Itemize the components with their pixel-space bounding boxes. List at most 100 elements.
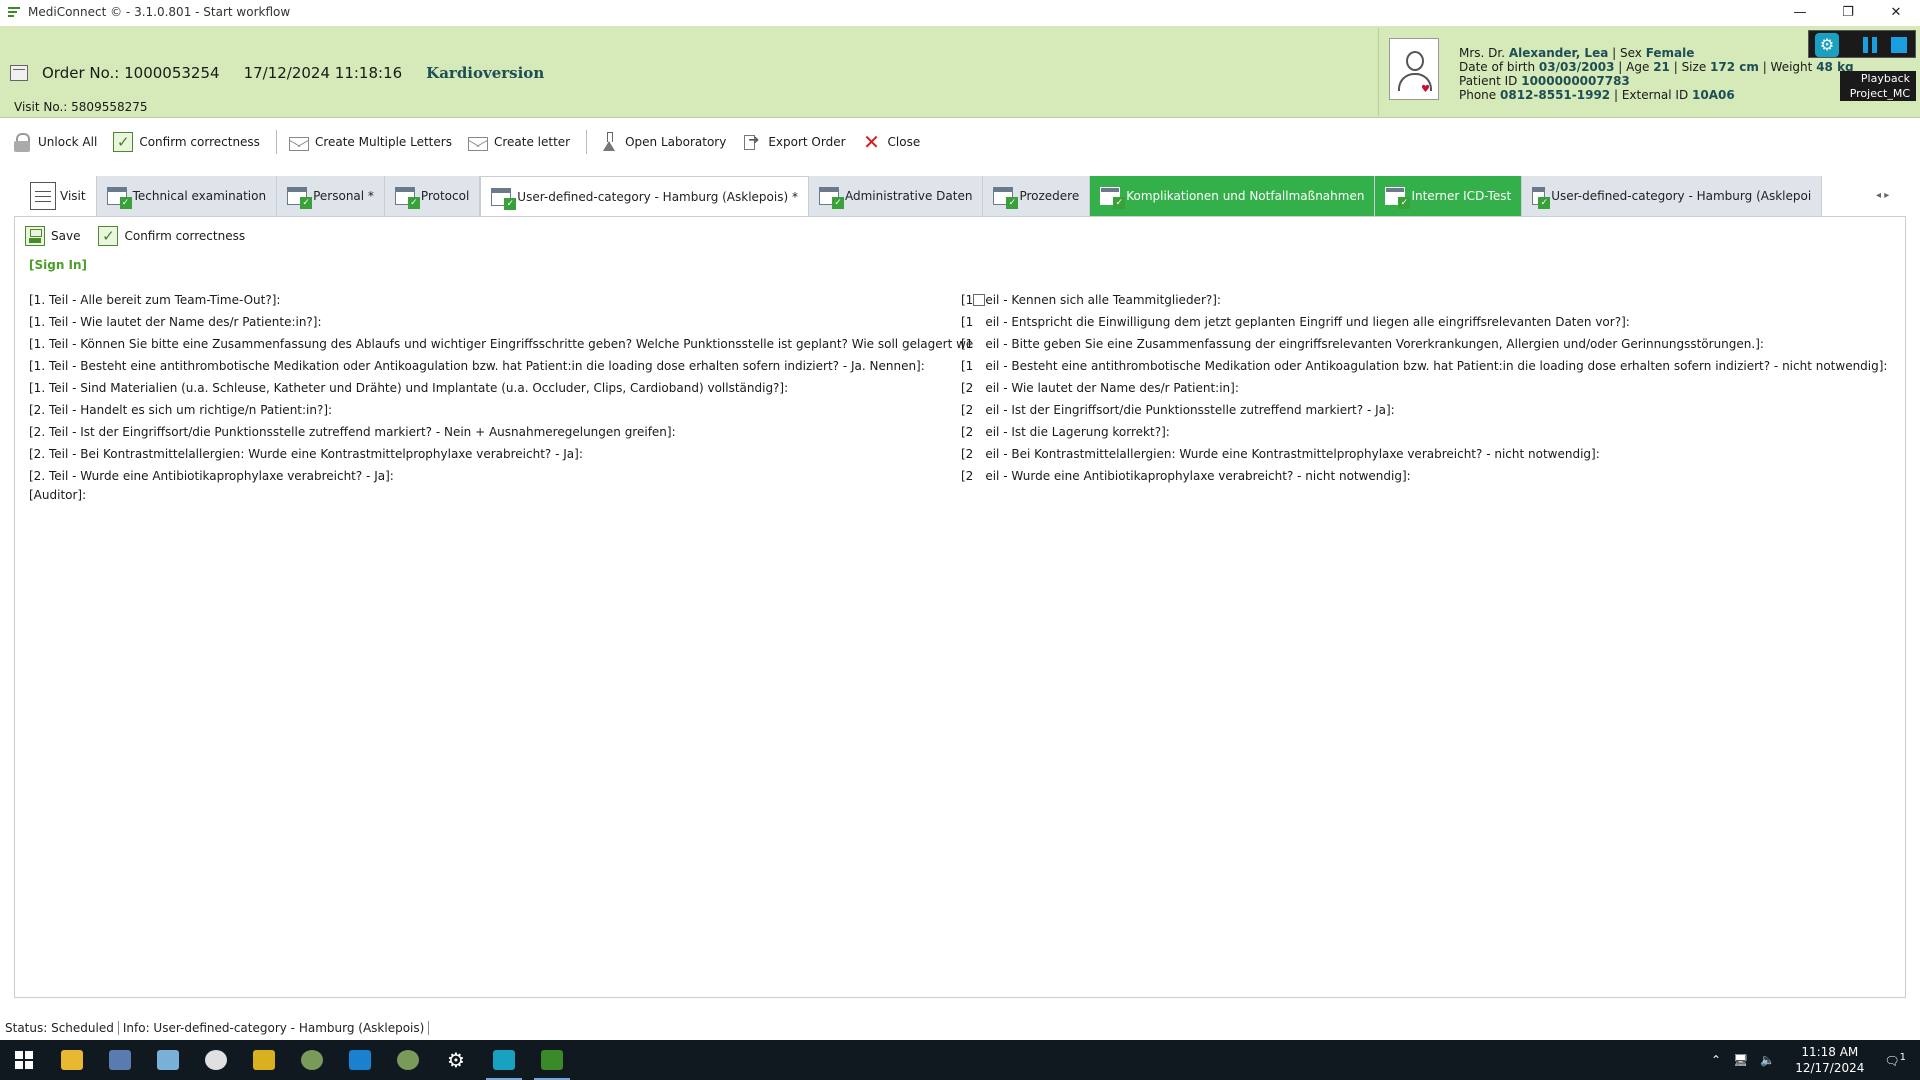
checklist-item: [1. Teil - Sind Materialien (u.a. Schleu…	[29, 381, 789, 395]
checkbox[interactable]	[973, 426, 986, 438]
close-order-label: Close	[887, 135, 921, 149]
tab-protocol[interactable]: Protocol	[384, 176, 481, 216]
checkbox[interactable]	[973, 382, 986, 394]
calendar-check-icon	[818, 187, 844, 209]
gear-icon[interactable]: ⚙	[1815, 33, 1839, 57]
item-text: eil - Wie lautet der Name des/r Patient:…	[985, 381, 1239, 395]
item-prefix: [2	[961, 381, 974, 395]
checkbox[interactable]	[973, 316, 986, 328]
taskbar-app-6[interactable]	[288, 1040, 336, 1080]
checkbox[interactable]	[973, 470, 986, 482]
item-prefix: [1	[961, 293, 974, 307]
app-icon	[253, 1050, 275, 1070]
patient-dob: 03/03/2003	[1538, 60, 1615, 74]
network-icon[interactable]: 🖥	[1733, 1053, 1748, 1067]
form-confirm-correctness-button[interactable]: ✓ Confirm correctness	[98, 223, 245, 249]
toolbar-separator	[586, 130, 588, 154]
checklist-item: [1 eil - Entspricht die Einwilligung dem …	[961, 311, 1901, 333]
chevron-up-icon[interactable]: ⌃	[1711, 1053, 1721, 1067]
calendar-check-icon	[394, 187, 420, 209]
calendar-check-icon	[287, 187, 313, 209]
patient-title: Mrs. Dr.	[1459, 46, 1506, 60]
taskbar-app-8[interactable]	[384, 1040, 432, 1080]
order-number: Order No.: 1000053254	[42, 64, 220, 82]
close-order-button[interactable]: ✕ Close	[862, 129, 921, 155]
envelope-icon	[288, 136, 309, 151]
tab-personal[interactable]: Personal *	[277, 176, 385, 216]
tab-label: User-defined-category - Hamburg (Asklepo…	[1551, 189, 1812, 203]
window-titlebar: MediConnect © - 3.1.0.801 - Start workfl…	[0, 0, 1920, 24]
checkbox[interactable]	[973, 404, 986, 416]
tab-interner-icd-test[interactable]: Interner ICD-Test	[1375, 176, 1523, 216]
tab-visit[interactable]: Visit	[28, 176, 97, 216]
recorder-icon	[493, 1050, 515, 1070]
size-label: Size	[1681, 60, 1707, 74]
tab-label: Interner ICD-Test	[1411, 189, 1512, 203]
tab-label: Visit	[60, 189, 86, 203]
export-order-label: Export Order	[768, 135, 846, 149]
tab-user-defined-category[interactable]: User-defined-category - Hamburg (Asklepo…	[480, 176, 809, 216]
create-letter-button[interactable]: Create letter	[467, 129, 570, 155]
item-prefix: [1	[961, 359, 974, 373]
check-icon: ✓	[113, 132, 134, 152]
tab-user-defined-category-2[interactable]: User-defined-category - Hamburg (Asklepo…	[1522, 176, 1823, 216]
taskbar-recorder[interactable]	[480, 1040, 528, 1080]
notification-count: 1	[1899, 1052, 1906, 1063]
tab-technical-examination[interactable]: Technical examination	[96, 176, 278, 216]
item-prefix: [2	[961, 425, 974, 439]
age-label: Age	[1626, 60, 1650, 74]
order-summary: Order No.: 1000053254 17/12/2024 11:18:1…	[10, 64, 568, 82]
stop-icon[interactable]	[1891, 37, 1907, 53]
taskbar-app-3[interactable]	[144, 1040, 192, 1080]
mediconnect-icon	[541, 1050, 563, 1070]
checklist-item: [2 eil - Ist die Lagerung korrekt?]:	[961, 421, 1901, 443]
unlock-all-button[interactable]: Unlock All	[12, 129, 97, 155]
folder-icon	[61, 1050, 83, 1070]
start-button[interactable]	[0, 1040, 48, 1080]
tab-administrative-daten[interactable]: Administrative Daten	[808, 176, 984, 216]
item-text: eil - Bei Kontrastmittelallergien: Wurde…	[985, 447, 1600, 461]
taskbar-file-explorer[interactable]	[48, 1040, 96, 1080]
item-text: eil - Kennen sich alle Teammitglieder?]:	[985, 293, 1221, 307]
clock[interactable]: 11:18 AM 12/17/2024	[1795, 1044, 1864, 1076]
tab-komplikationen[interactable]: Komplikationen und Notfallmaßnahmen	[1090, 176, 1376, 216]
vscode-icon	[349, 1050, 371, 1070]
calendar-check-icon	[106, 187, 132, 209]
taskbar-mediconnect[interactable]	[528, 1040, 576, 1080]
sex-label: Sex	[1619, 46, 1642, 60]
restore-button[interactable]: ❐	[1824, 0, 1872, 24]
tab-prozedere[interactable]: Prozedere	[983, 176, 1091, 216]
tab-scroll-arrows[interactable]: ◂ ▸	[1876, 190, 1910, 201]
create-multiple-letters-button[interactable]: Create Multiple Letters	[288, 129, 452, 155]
open-laboratory-label: Open Laboratory	[625, 135, 727, 149]
taskbar-settings[interactable]: ⚙	[432, 1040, 480, 1080]
export-order-button[interactable]: Export Order	[742, 129, 846, 155]
item-text: eil - Entspricht die Einwilligung dem je…	[985, 315, 1630, 329]
checkbox[interactable]	[973, 294, 986, 306]
pause-icon[interactable]	[1863, 37, 1879, 53]
notification-icon[interactable]: 🗨1	[1884, 1052, 1906, 1068]
checkbox[interactable]	[973, 338, 986, 350]
confirm-correctness-button[interactable]: ✓ Confirm correctness	[113, 129, 260, 155]
tab-label: Technical examination	[132, 189, 267, 203]
close-window-button[interactable]: ✕	[1872, 0, 1920, 24]
checkbox[interactable]	[973, 360, 986, 372]
calendar-check-icon	[1100, 187, 1126, 209]
clock-time: 11:18 AM	[1801, 1045, 1859, 1059]
windows-logo-icon	[15, 1051, 33, 1069]
taskbar-app-2[interactable]	[96, 1040, 144, 1080]
minimize-button[interactable]: —	[1776, 0, 1824, 24]
app-icon	[109, 1050, 131, 1070]
volume-icon[interactable]: 🔈	[1760, 1053, 1775, 1067]
mediconnect-logo-icon	[8, 6, 22, 18]
open-laboratory-button[interactable]: Open Laboratory	[599, 129, 726, 155]
taskbar-app-4[interactable]	[192, 1040, 240, 1080]
taskbar-vscode[interactable]	[336, 1040, 384, 1080]
app-icon	[157, 1050, 179, 1070]
taskbar-app-5[interactable]	[240, 1040, 288, 1080]
checkbox[interactable]	[973, 448, 986, 460]
patient-avatar[interactable]: ♥	[1389, 38, 1439, 100]
tab-label: Administrative Daten	[844, 189, 973, 203]
save-button[interactable]: Save	[25, 223, 80, 249]
item-prefix: [2	[961, 447, 974, 461]
